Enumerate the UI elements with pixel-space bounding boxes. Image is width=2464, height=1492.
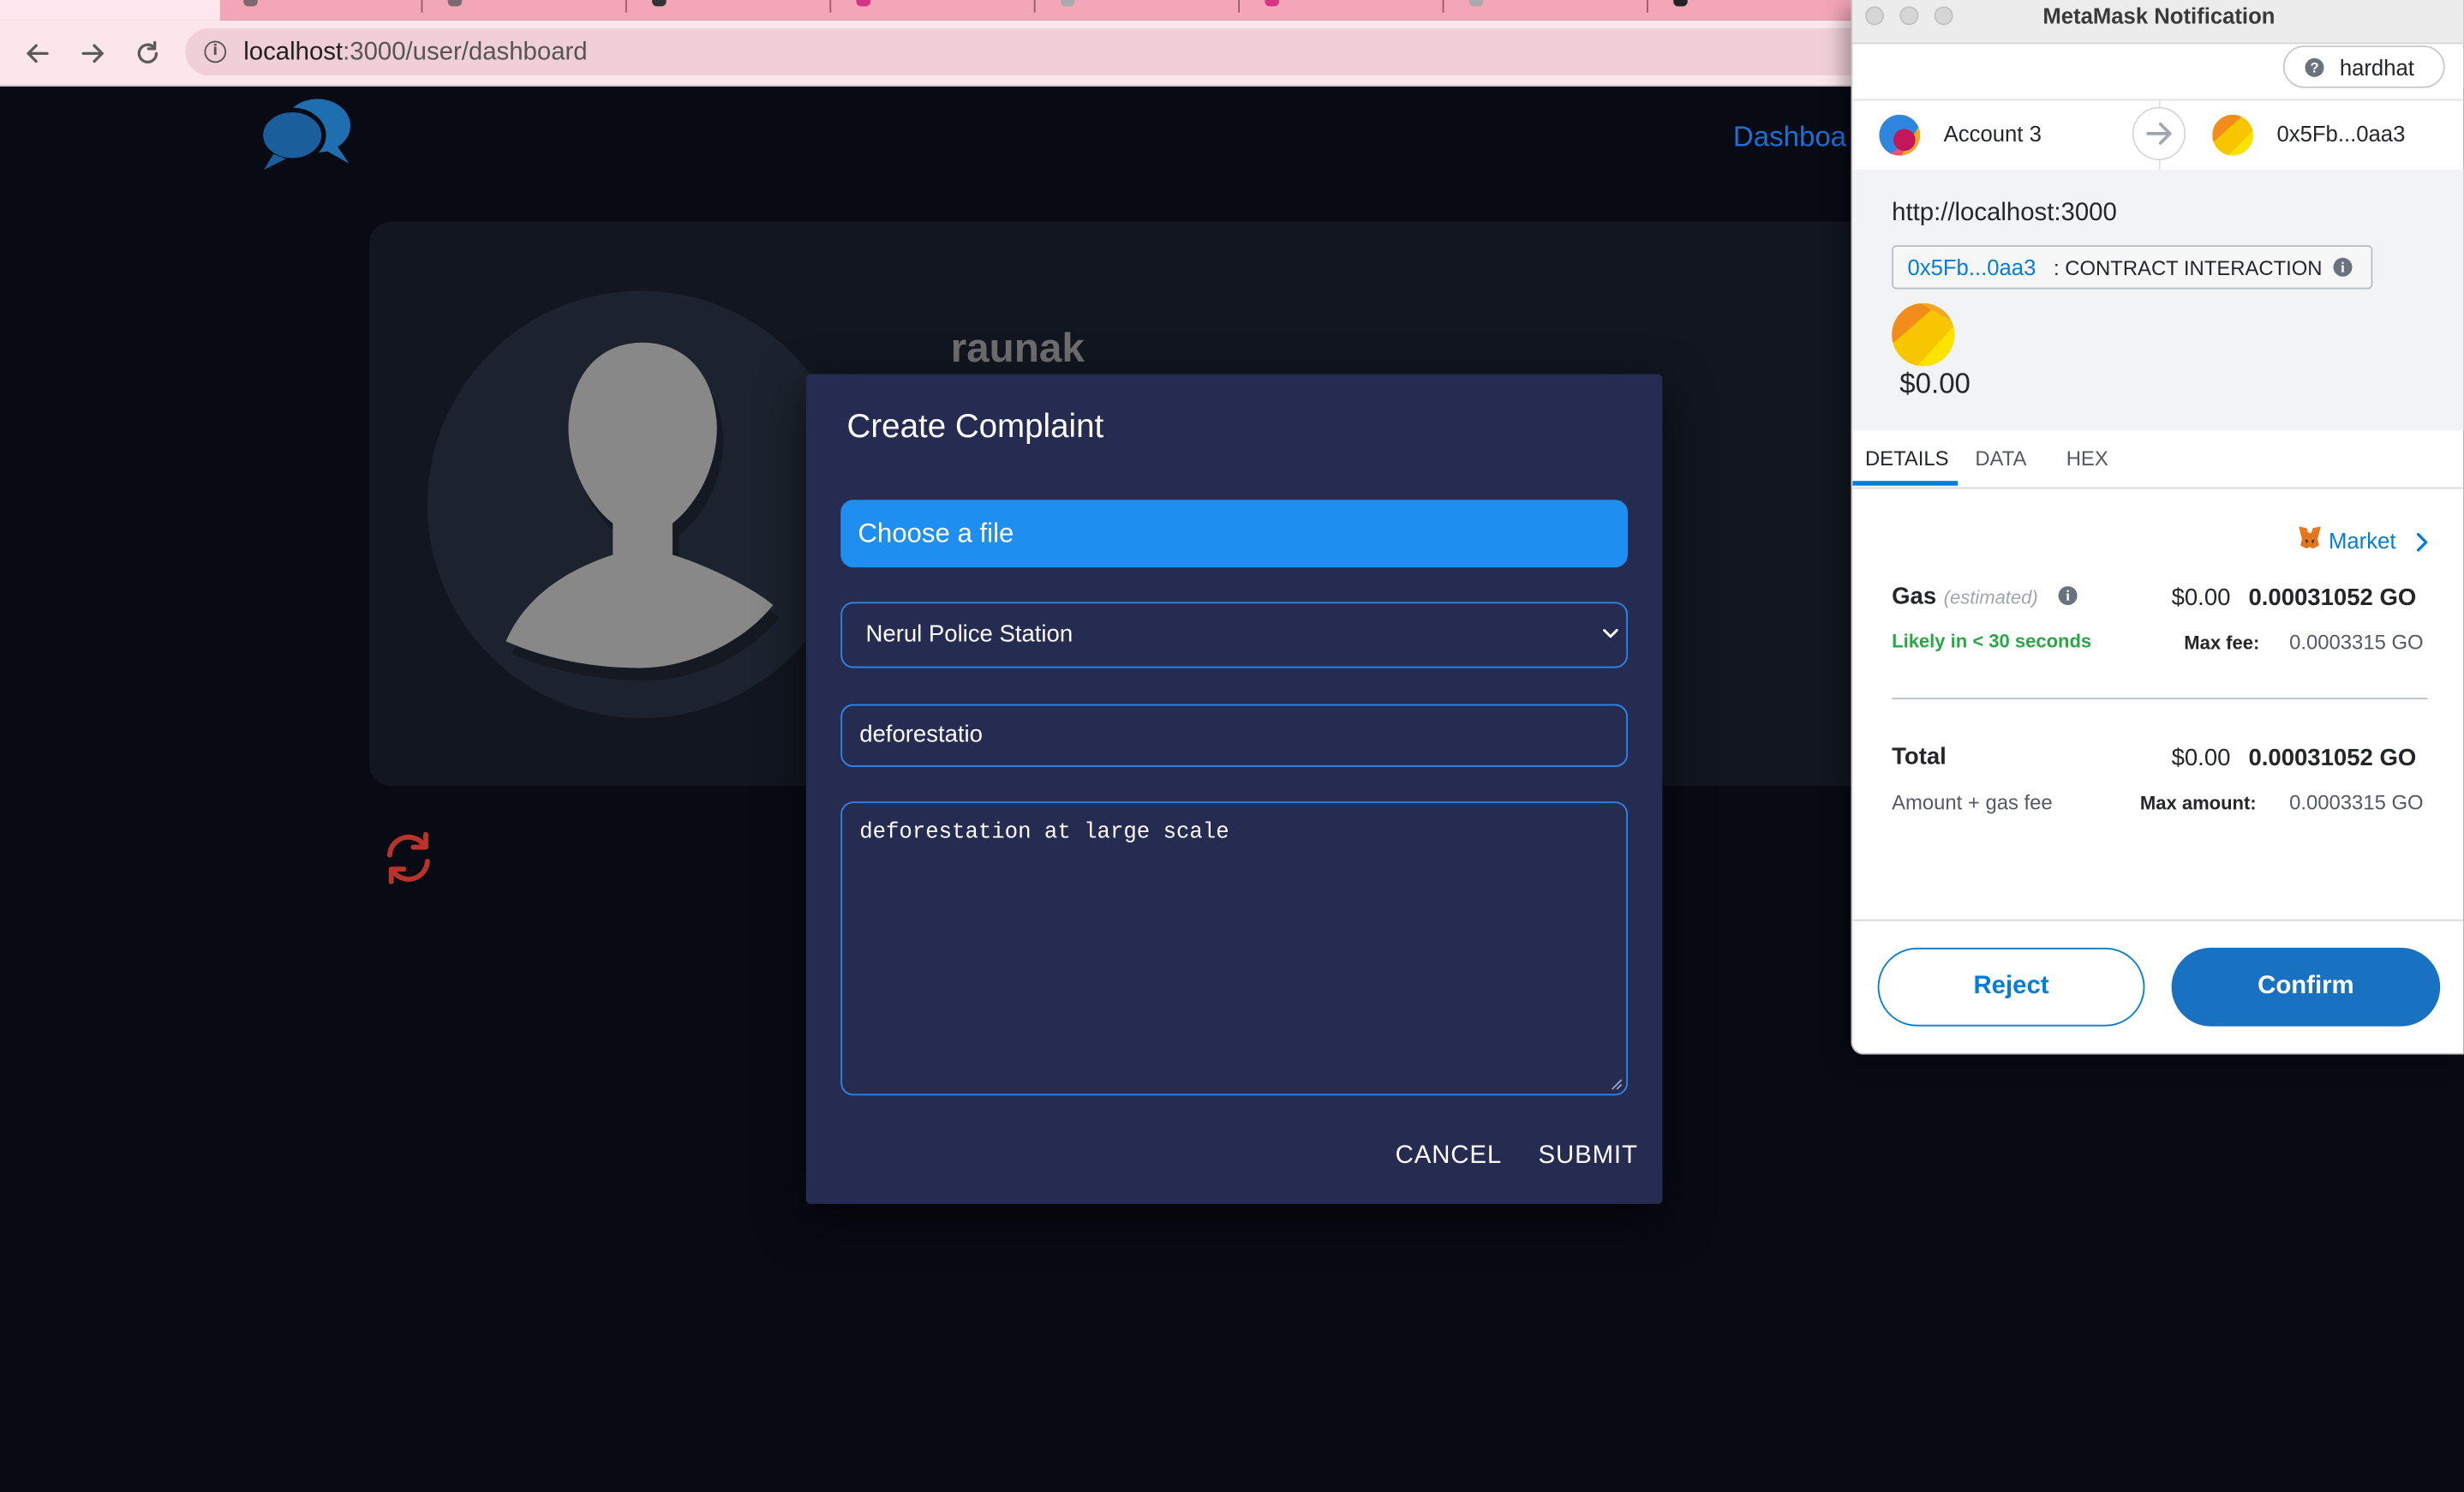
token-jazzicon	[1892, 303, 1955, 367]
max-amount-label: Max amount:	[2139, 792, 2257, 815]
complaint-description-textarea[interactable]: deforestation at large scale	[840, 801, 1629, 1096]
network-name: hardhat	[2339, 55, 2414, 81]
recipient-jazzicon	[2212, 114, 2253, 156]
dialog-title: Create Complaint	[846, 408, 1104, 446]
max-amount-value: 0.0003315 GO	[2289, 790, 2424, 815]
divider	[1892, 698, 2428, 700]
max-fee-value: 0.0003315 GO	[2289, 630, 2424, 654]
contract-address-link[interactable]: 0x5Fb...0aa3	[1907, 255, 2036, 279]
tab-details[interactable]: DETAILS	[1865, 446, 1949, 470]
app-logo-chat-icon[interactable]	[258, 94, 356, 173]
resize-grip-icon[interactable]	[1611, 1078, 1624, 1091]
browser-tab-active[interactable]	[0, 0, 220, 21]
network-selector[interactable]: ? hardhat	[2282, 45, 2445, 88]
chevron-right-icon	[2416, 532, 2428, 552]
gas-info-icon[interactable]: i	[2058, 586, 2078, 606]
reject-button[interactable]: Reject	[1877, 947, 2145, 1027]
total-fiat-value: $0.00	[2171, 745, 2231, 772]
username: raunak	[950, 323, 1085, 371]
cancel-button[interactable]: CANCEL	[1396, 1142, 1503, 1171]
tab-favicon[interactable]	[1060, 0, 1075, 7]
transaction-summary: http://localhost:3000 0x5Fb...0aa3 : CON…	[1852, 170, 2464, 431]
tab-divider	[625, 0, 627, 13]
url-text: localhost:3000/user/dashboard	[243, 39, 587, 68]
tab-data[interactable]: DATA	[1975, 446, 2026, 470]
tab-favicon[interactable]	[1673, 0, 1688, 7]
person-silhouette-icon	[505, 342, 780, 681]
tab-divider	[829, 0, 832, 13]
total-eth-value: 0.00031052 GO	[2248, 745, 2417, 772]
tab-favicon[interactable]	[447, 0, 463, 7]
complaint-description-value: deforestation at large scale	[859, 820, 1229, 846]
window-titlebar: MetaMask Notification	[1852, 0, 2464, 45]
footer-divider	[1852, 919, 2464, 921]
gas-estimated-label: (estimated)	[1943, 586, 2038, 608]
tab-divider	[1238, 0, 1241, 13]
contract-interaction-badge: 0x5Fb...0aa3 : CONTRACT INTERACTION i	[1892, 245, 2373, 290]
back-arrow-icon[interactable]	[17, 21, 58, 85]
tab-favicon[interactable]	[652, 0, 667, 7]
recipient-address[interactable]: 0x5Fb...0aa3	[2276, 121, 2405, 146]
question-icon: ?	[2305, 57, 2324, 77]
submit-button[interactable]: SUBMIT	[1538, 1142, 1637, 1171]
gas-timing-estimate: Likely in < 30 seconds	[1892, 630, 2092, 653]
tab-divider	[421, 0, 423, 13]
avatar	[427, 291, 855, 719]
confirm-button[interactable]: Confirm	[2171, 947, 2441, 1027]
metamask-fox-icon	[2299, 526, 2321, 549]
tab-divider	[1442, 0, 1444, 13]
url-host: localhost	[243, 39, 344, 67]
request-origin: http://localhost:3000	[1892, 199, 2117, 227]
total-subtext: Amount + gas fee	[1892, 790, 2053, 815]
transaction-amount: $0.00	[1899, 368, 1971, 399]
complaint-title-input[interactable]: deforestatio	[840, 704, 1629, 767]
transaction-tabs: DETAILS DATA HEX	[1852, 431, 2464, 489]
choose-file-button[interactable]: Choose a file	[840, 500, 1629, 568]
complaint-title-value: deforestatio	[859, 721, 983, 748]
total-label: Total	[1892, 743, 1947, 770]
forward-arrow-icon[interactable]	[72, 21, 113, 85]
refresh-icon[interactable]	[377, 827, 440, 890]
tab-divider	[1033, 0, 1036, 13]
window-title: MetaMask Notification	[2042, 3, 2276, 29]
nav-link-dashboard[interactable]: Dashboa	[1733, 121, 1846, 154]
chevron-down-icon	[1603, 628, 1618, 638]
screen: i localhost:3000/user/dashboard Dashboa …	[0, 0, 2464, 1492]
site-info-icon[interactable]: i	[204, 40, 227, 63]
info-icon[interactable]: i	[2333, 257, 2353, 277]
selected-police-station: Nerul Police Station	[865, 620, 1074, 648]
active-tab-indicator	[1852, 481, 1959, 486]
police-station-select[interactable]: Nerul Police Station	[840, 602, 1629, 668]
tab-favicon[interactable]	[243, 0, 258, 7]
sender-account-name: Account 3	[1943, 121, 2042, 147]
market-link: Market	[2328, 528, 2396, 554]
sender-recipient-row: Account 3 0x5Fb...0aa3	[1852, 99, 2464, 171]
tab-divider	[1647, 0, 1648, 13]
tab-favicon[interactable]	[856, 0, 871, 7]
tab-favicon[interactable]	[1265, 0, 1279, 7]
url-path: :3000/user/dashboard	[343, 39, 588, 67]
gas-eth-value: 0.00031052 GO	[2248, 584, 2417, 612]
arrow-right-icon	[2132, 106, 2186, 161]
sender-account[interactable]: Account 3	[1852, 100, 2161, 171]
max-fee-label: Max fee:	[2184, 632, 2260, 654]
tab-favicon[interactable]	[1468, 0, 1484, 7]
gas-label: Gas	[1892, 583, 1937, 610]
contract-interaction-label: : CONTRACT INTERACTION	[2054, 255, 2323, 280]
metamask-notification-window: MetaMask Notification ? hardhat Account …	[1851, 0, 2464, 1055]
create-complaint-dialog: Create Complaint Choose a file Nerul Pol…	[805, 374, 1663, 1204]
account-jazzicon	[1879, 114, 1921, 156]
tab-hex[interactable]: HEX	[2066, 446, 2108, 470]
gas-fiat-value: $0.00	[2171, 584, 2231, 612]
reload-icon[interactable]	[128, 21, 169, 85]
address-bar[interactable]: i localhost:3000/user/dashboard	[185, 28, 1914, 76]
